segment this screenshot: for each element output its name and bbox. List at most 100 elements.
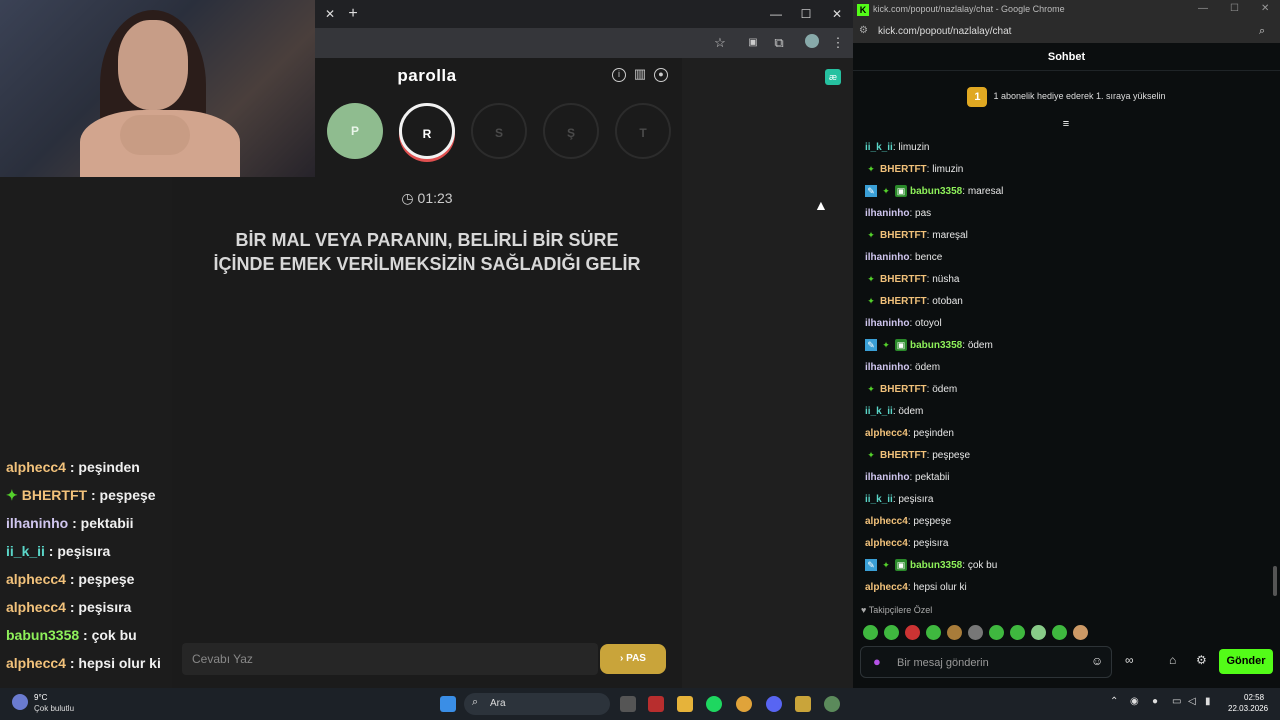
chat-message[interactable]: ✦ BHERTFT: limuzin [865, 163, 963, 177]
chat-message[interactable]: ilhaninho: bence [865, 251, 942, 265]
extensions-icon[interactable]: ⧉ [770, 34, 788, 52]
popup-minimize-icon[interactable]: — [1198, 3, 1208, 14]
file-explorer-icon[interactable] [677, 696, 693, 712]
clock-time[interactable]: 02:58 [1244, 693, 1264, 702]
chat-username[interactable]: BHERTFT [880, 296, 927, 307]
chat-message[interactable]: ✦ BHERTFT: mareşal [865, 229, 968, 243]
emote-4[interactable] [926, 625, 941, 640]
stats-icon[interactable]: ▥ [633, 67, 647, 82]
extra-tools-icon[interactable]: ∞ [1125, 653, 1134, 667]
new-tab-button[interactable]: + [345, 6, 361, 22]
chat-message[interactable]: ✦ BHERTFT: peşpeşe [865, 449, 970, 463]
chat-username[interactable]: ilhaninho [865, 318, 909, 329]
tray-chevron-icon[interactable]: ⌃ [1110, 696, 1118, 707]
emoji-icon[interactable]: ☺ [1091, 654, 1103, 668]
minimize-button[interactable]: — [768, 6, 784, 22]
message-box[interactable]: ● ☺ [860, 646, 1112, 678]
chat-message[interactable]: alphecc4: peşisıra [865, 537, 948, 551]
discord-icon[interactable] [766, 696, 782, 712]
info-icon[interactable]: i [612, 68, 626, 82]
steam-icon[interactable]: ◉ [1130, 696, 1139, 707]
chat-message[interactable]: ii_k_ii: peşisıra [865, 493, 933, 507]
chat-message[interactable]: ilhaninho: pektabii [865, 471, 949, 485]
chat-message[interactable]: alphecc4: hepsi olur ki [865, 581, 967, 595]
spotify-icon[interactable] [706, 696, 722, 712]
clock-date[interactable]: 22.03.2026 [1228, 704, 1268, 713]
chat-username[interactable]: ii_k_ii [865, 142, 893, 153]
answer-input[interactable] [182, 643, 598, 675]
message-input[interactable] [897, 655, 1077, 671]
popup-url-bar[interactable]: ⚙ kick.com/popout/nazlalay/chat ⌕ [853, 21, 1280, 43]
chat-username[interactable]: alphecc4 [865, 428, 908, 439]
send-button[interactable]: Gönder [1219, 649, 1273, 674]
chat-username[interactable]: babun3358 [910, 560, 962, 571]
emote-6[interactable] [968, 625, 983, 640]
emote-11[interactable] [1073, 625, 1088, 640]
chat-username[interactable]: ilhaninho [865, 252, 909, 263]
emote-2[interactable] [884, 625, 899, 640]
emote-3[interactable] [905, 625, 920, 640]
menu-icon[interactable]: ⋮ [829, 34, 847, 52]
site-settings-icon[interactable]: ⚙ [859, 25, 868, 36]
chat-username[interactable]: ilhaninho [865, 362, 909, 373]
profile-avatar[interactable] [805, 34, 819, 48]
extension-badge-icon[interactable]: æ [825, 69, 841, 85]
chat-message[interactable]: ✎ ✦ ▣ babun3358: çok bu [865, 559, 997, 573]
chat-username[interactable]: BHERTFT [880, 230, 927, 241]
chat-username[interactable]: BHERTFT [880, 164, 927, 175]
chat-message[interactable]: ✎ ✦ ▣ babun3358: maresal [865, 185, 1003, 199]
taskbar-search[interactable]: ⌕ Ara [464, 693, 610, 715]
chat-message[interactable]: ii_k_ii: ödem [865, 405, 923, 419]
gift-banner[interactable]: 1 1 abonelik hediye ederek 1. sıraya yüks… [853, 80, 1280, 112]
chat-message[interactable]: ilhaninho: ödem [865, 361, 940, 375]
chat-username[interactable]: BHERTFT [880, 384, 927, 395]
app-icon-8[interactable] [795, 696, 811, 712]
chat-username[interactable]: BHERTFT [880, 274, 927, 285]
emote-8[interactable] [1010, 625, 1025, 640]
chat-username[interactable]: ii_k_ii [865, 406, 893, 417]
translate-icon[interactable]: ▣ [744, 34, 762, 52]
popup-maximize-icon[interactable]: ☐ [1230, 3, 1239, 14]
app-p-icon[interactable] [648, 696, 664, 712]
chat-filter-icon[interactable]: ≡ [1060, 118, 1072, 130]
chat-message[interactable]: ii_k_ii: limuzin [865, 141, 930, 155]
chat-message[interactable]: ✦ BHERTFT: nüsha [865, 273, 959, 287]
chrome-icon[interactable] [736, 696, 752, 712]
chat-message[interactable]: alphecc4: peşinden [865, 427, 954, 441]
chat-username[interactable]: ii_k_ii [865, 494, 893, 505]
chat-username[interactable]: alphecc4 [865, 582, 908, 593]
battery-icon[interactable]: ▮ [1205, 696, 1211, 707]
popup-close-icon[interactable]: ✕ [1261, 3, 1269, 14]
emote-5[interactable] [947, 625, 962, 640]
chat-message[interactable]: ✦ BHERTFT: ödem [865, 383, 957, 397]
chat-scrollbar[interactable] [1273, 566, 1277, 596]
emote-7[interactable] [989, 625, 1004, 640]
bookmark-star-icon[interactable]: ☆ [711, 34, 729, 52]
chat-username[interactable]: babun3358 [910, 340, 962, 351]
start-icon[interactable] [440, 696, 456, 712]
chat-username[interactable]: babun3358 [910, 186, 962, 197]
tab-close-icon[interactable]: ✕ [322, 6, 338, 22]
chat-message[interactable]: ilhaninho: otoyol [865, 317, 942, 331]
emote-1[interactable] [863, 625, 878, 640]
emote-9[interactable] [1031, 625, 1046, 640]
chat-username[interactable]: ilhaninho [865, 472, 909, 483]
emote-10[interactable] [1052, 625, 1067, 640]
pas-button[interactable]: › PAS [600, 644, 666, 674]
maximize-button[interactable]: ☐ [798, 6, 814, 22]
chat-message[interactable]: alphecc4: peşpeşe [865, 515, 951, 529]
network-icon[interactable]: ▭ [1172, 696, 1181, 707]
app-icon-9[interactable] [824, 696, 840, 712]
profile-icon[interactable]: ● [654, 68, 668, 82]
chat-username[interactable]: BHERTFT [880, 450, 927, 461]
zoom-icon[interactable]: ⌕ [1259, 25, 1265, 38]
chat-username[interactable]: alphecc4 [865, 538, 908, 549]
chat-message[interactable]: ✎ ✦ ▣ babun3358: ödem [865, 339, 993, 353]
chat-settings-icon[interactable]: ⚙ [1196, 653, 1207, 667]
microphone-icon[interactable]: ● [873, 654, 881, 669]
mic-tray-icon[interactable]: ● [1152, 696, 1158, 707]
chat-message[interactable]: ilhaninho: pas [865, 207, 931, 221]
weather-icon[interactable] [12, 694, 28, 710]
chat-username[interactable]: alphecc4 [865, 516, 908, 527]
chat-username[interactable]: ilhaninho [865, 208, 909, 219]
